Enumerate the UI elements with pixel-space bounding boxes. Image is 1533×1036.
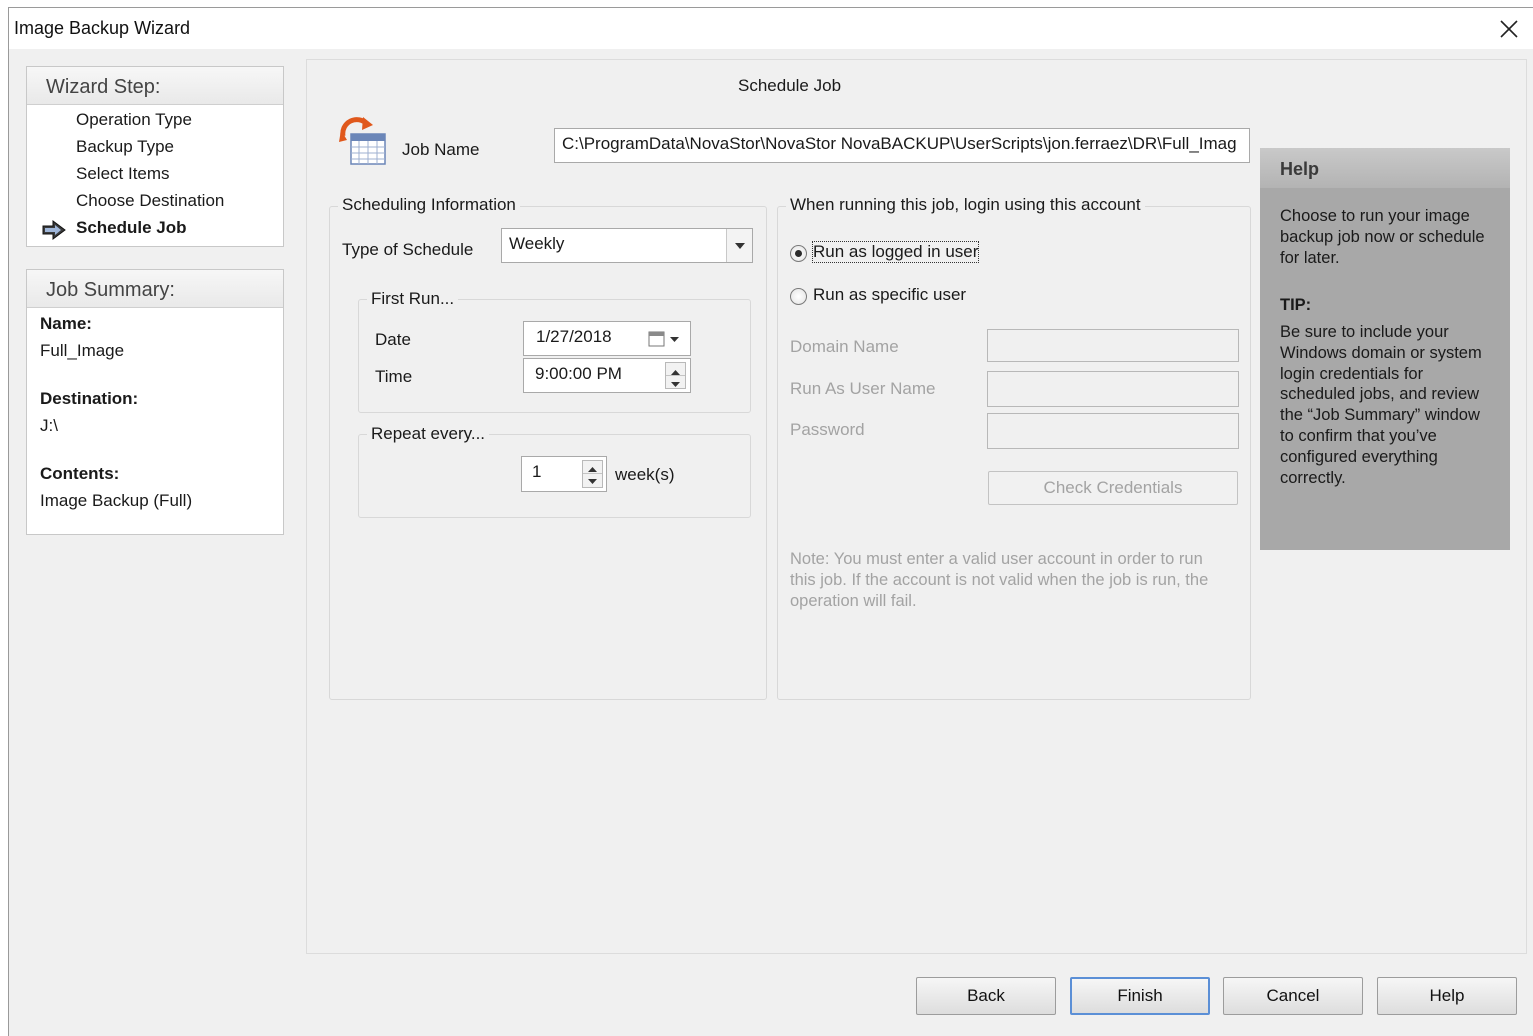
help-heading: Help bbox=[1260, 148, 1510, 188]
repeat-count-value: 1 bbox=[532, 462, 542, 481]
step-select-items[interactable]: Select Items bbox=[76, 164, 170, 184]
help-tip-heading: TIP: bbox=[1280, 296, 1312, 314]
cancel-button[interactable]: Cancel bbox=[1223, 977, 1363, 1015]
spin-up-icon[interactable] bbox=[666, 363, 685, 376]
spin-up-icon[interactable] bbox=[583, 461, 602, 474]
time-picker[interactable]: 9:00:00 PM bbox=[523, 358, 691, 393]
summary-name-value: Full_Image bbox=[40, 341, 125, 360]
window-title: Image Backup Wizard bbox=[14, 18, 191, 38]
chevron-down-icon[interactable] bbox=[726, 229, 752, 262]
step-operation-type[interactable]: Operation Type bbox=[76, 110, 192, 130]
close-icon[interactable] bbox=[1494, 14, 1524, 44]
summary-contents-value: Image Backup (Full) bbox=[40, 491, 193, 510]
wizard-window: Image Backup Wizard Wizard Step: Operati… bbox=[8, 7, 1533, 1036]
step-schedule-job[interactable]: Schedule Job bbox=[76, 218, 187, 238]
finish-button[interactable]: Finish bbox=[1070, 977, 1210, 1015]
run-as-user-name-input[interactable] bbox=[987, 371, 1239, 407]
title-bar: Image Backup Wizard bbox=[9, 8, 1533, 49]
run-as-logged-in-radio[interactable] bbox=[790, 245, 807, 262]
summary-destination-label: Destination: bbox=[40, 389, 139, 408]
page-title: Schedule Job bbox=[738, 76, 842, 95]
repeat-count-input[interactable]: 1 bbox=[521, 456, 607, 492]
back-button[interactable]: Back bbox=[916, 977, 1056, 1015]
job-name-input[interactable]: C:\ProgramData\NovaStor\NovaStor NovaBAC… bbox=[554, 128, 1250, 163]
job-summary-heading: Job Summary: bbox=[27, 270, 283, 308]
step-backup-type[interactable]: Backup Type bbox=[76, 137, 174, 157]
repeat-unit-label: week(s) bbox=[615, 465, 675, 484]
summary-contents-label: Contents: bbox=[40, 464, 120, 483]
wizard-steps-heading: Wizard Step: bbox=[27, 67, 283, 105]
calendar-dropdown-icon[interactable] bbox=[648, 330, 682, 348]
password-label: Password bbox=[790, 420, 865, 439]
first-run-title: First Run... bbox=[367, 289, 459, 309]
job-summary-panel: Job Summary: Name: Full_Image Destinatio… bbox=[26, 269, 284, 535]
help-tip-body: Be sure to include your Windows domain o… bbox=[1280, 323, 1482, 487]
step-choose-destination[interactable]: Choose Destination bbox=[76, 191, 224, 211]
current-step-arrow-icon bbox=[42, 220, 66, 240]
run-as-logged-in-label[interactable]: Run as logged in user bbox=[811, 241, 980, 263]
time-label: Time bbox=[375, 367, 413, 386]
schedule-type-value: Weekly bbox=[509, 234, 565, 253]
summary-name-label: Name: bbox=[40, 314, 92, 333]
account-group-title: When running this job, login using this … bbox=[786, 195, 1145, 215]
wizard-steps-panel: Wizard Step: Operation Type Backup Type … bbox=[26, 66, 284, 247]
scheduling-group-title: Scheduling Information bbox=[338, 195, 520, 215]
summary-destination-value: J:\ bbox=[40, 416, 58, 435]
schedule-calendar-icon bbox=[339, 117, 386, 165]
account-group: When running this job, login using this … bbox=[777, 195, 1251, 700]
domain-name-label: Domain Name bbox=[790, 337, 899, 356]
repeat-title: Repeat every... bbox=[367, 424, 490, 444]
spin-down-icon[interactable] bbox=[583, 474, 602, 487]
run-as-specific-label[interactable]: Run as specific user bbox=[813, 285, 966, 305]
password-input[interactable] bbox=[987, 413, 1239, 449]
help-panel: Help Choose to run your image backup job… bbox=[1260, 148, 1510, 550]
help-button[interactable]: Help bbox=[1377, 977, 1517, 1015]
job-name-label: Job Name bbox=[402, 140, 480, 159]
scheduling-group: Scheduling Information Type of Schedule … bbox=[329, 195, 767, 700]
run-as-user-name-label: Run As User Name bbox=[790, 379, 936, 398]
check-credentials-button[interactable]: Check Credentials bbox=[988, 471, 1238, 505]
run-as-specific-radio[interactable] bbox=[790, 288, 807, 305]
date-picker[interactable]: 1/27/2018 bbox=[523, 321, 691, 356]
domain-name-input[interactable] bbox=[987, 329, 1239, 362]
schedule-type-select[interactable]: Weekly bbox=[501, 228, 753, 263]
repeat-group: Repeat every... 1 week(s) bbox=[358, 424, 751, 518]
time-value: 9:00:00 PM bbox=[535, 364, 622, 383]
date-label: Date bbox=[375, 330, 411, 349]
schedule-type-label: Type of Schedule bbox=[342, 240, 474, 259]
time-spinner[interactable] bbox=[665, 362, 686, 389]
spin-down-icon[interactable] bbox=[666, 376, 685, 389]
repeat-spinner[interactable] bbox=[582, 460, 603, 488]
help-body: Choose to run your image backup job now … bbox=[1280, 207, 1485, 267]
first-run-group: First Run... Date 1/27/2018 Time 9:00:00… bbox=[358, 289, 751, 413]
date-value: 1/27/2018 bbox=[536, 327, 612, 346]
credentials-note: Note: You must enter a valid user accoun… bbox=[790, 550, 1209, 610]
